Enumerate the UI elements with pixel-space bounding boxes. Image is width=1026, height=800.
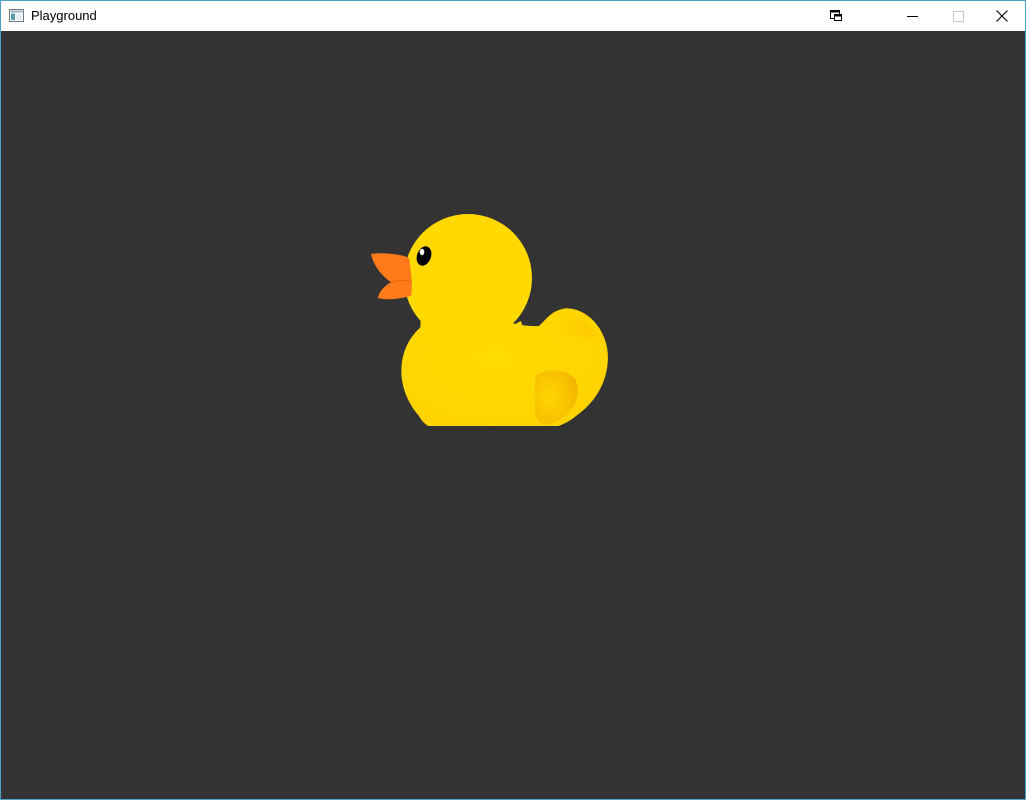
- window-title: Playground: [31, 8, 97, 23]
- application-window: Playground: [0, 0, 1026, 800]
- close-button[interactable]: [979, 1, 1025, 31]
- rubber-duck-model[interactable]: [361, 176, 621, 426]
- minimize-icon: [906, 15, 918, 17]
- application-window-icon: [9, 9, 24, 22]
- maximize-button[interactable]: [935, 1, 981, 31]
- title-bar[interactable]: Playground: [1, 1, 1025, 31]
- close-icon: [996, 10, 1008, 22]
- snap-layout-button[interactable]: [819, 1, 853, 31]
- duck-beak: [371, 253, 412, 300]
- maximize-icon: [952, 10, 964, 22]
- render-viewport[interactable]: [1, 31, 1025, 799]
- minimize-button[interactable]: [889, 1, 935, 31]
- snap-layout-icon: [830, 10, 842, 21]
